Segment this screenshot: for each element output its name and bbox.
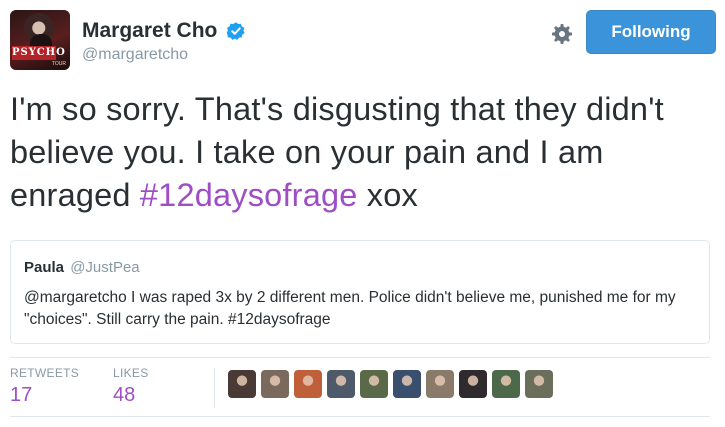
verified-badge-icon [226,22,245,40]
stats-bottom-divider [10,416,710,417]
tweet-text-tail: xox [357,177,418,213]
quoted-tweet-text: @margaretcho I was raped 3x by 2 differe… [24,289,676,328]
stats-top-divider [10,357,710,358]
quoted-author-handle[interactable]: @JustPea [70,259,139,276]
likes-count: 48 [113,384,136,406]
retweets-count: 17 [10,384,33,406]
tweet-hashtag-link[interactable]: #12daysofrage [140,177,358,213]
liker-avatar-2[interactable] [261,370,289,398]
retweets-label: RETWEETS [10,366,80,380]
liker-avatar-1[interactable] [228,370,256,398]
quoted-tweet-header: Paula @JustPea [24,259,697,276]
gear-icon[interactable] [550,22,574,46]
author-name-block: Margaret Cho @margaretcho [82,19,246,64]
tweet-text: I'm so sorry. That's disgusting that the… [10,88,710,217]
quoted-tweet[interactable]: Paula @JustPea @margaretcho I was raped … [10,240,710,344]
liker-avatars [228,370,558,402]
stats-separator [214,368,215,408]
following-button[interactable]: Following [586,10,716,54]
liker-avatar-7[interactable] [426,370,454,398]
liker-avatar-4[interactable] [327,370,355,398]
tweet-header: PSYCHO TOUR Margaret Cho @margaretcho Fo… [10,10,716,72]
avatar-sub-text: TOUR [51,61,66,67]
author-avatar[interactable]: PSYCHO TOUR [10,10,70,70]
liker-avatar-8[interactable] [459,370,487,398]
likes-stat[interactable]: LIKES 48 [113,366,149,407]
quoted-author-name[interactable]: Paula [24,259,64,276]
tweet-stats: RETWEETS 17 LIKES 48 [10,366,710,410]
likes-label: LIKES [113,366,149,380]
retweets-stat[interactable]: RETWEETS 17 [10,366,79,407]
liker-avatar-10[interactable] [525,370,553,398]
liker-avatar-5[interactable] [360,370,388,398]
author-display-name[interactable]: Margaret Cho [82,19,217,43]
avatar-logo-text: PSYCHO [12,46,66,60]
author-handle[interactable]: @margaretcho [82,46,246,64]
liker-avatar-9[interactable] [492,370,520,398]
liker-avatar-6[interactable] [393,370,421,398]
liker-avatar-3[interactable] [294,370,322,398]
